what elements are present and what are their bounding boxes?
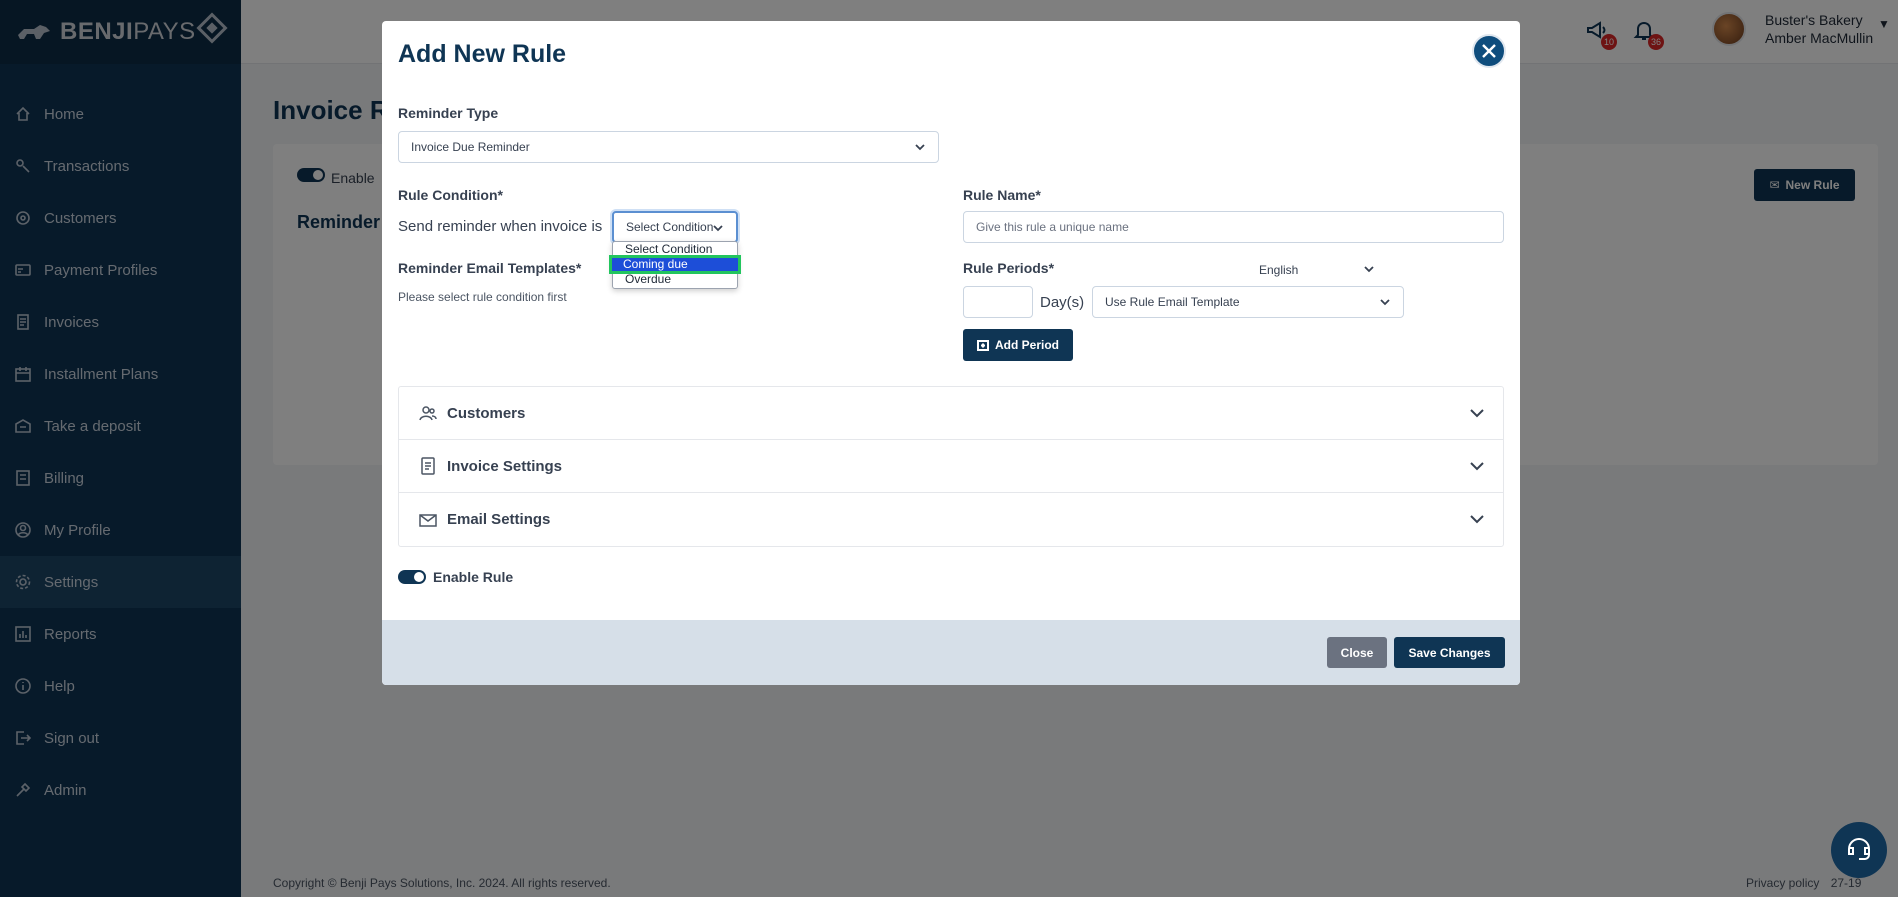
language-value: English <box>1259 263 1299 277</box>
modal-footer: Close Save Changes <box>382 620 1520 685</box>
accordion-email-settings[interactable]: Email Settings <box>399 493 1503 546</box>
rule-periods-label: Rule Periods* <box>963 260 1055 276</box>
chat-support-button[interactable] <box>1831 822 1887 878</box>
email-templates-hint: Please select rule condition first <box>398 290 567 304</box>
calendar-plus-icon <box>976 340 989 351</box>
chevron-down-icon <box>1469 405 1485 421</box>
period-template-select[interactable]: Use Rule Email Template <box>1092 286 1404 318</box>
condition-dropdown-list: Select Condition Coming due Overdue <box>609 241 741 289</box>
add-period-button[interactable]: Add Period <box>963 329 1073 361</box>
email-templates-label: Reminder Email Templates* <box>398 260 582 276</box>
envelope-icon <box>419 511 437 529</box>
modal-title: Add New Rule <box>398 40 567 68</box>
period-template-value: Use Rule Email Template <box>1105 295 1240 309</box>
chevron-down-icon <box>1379 296 1391 308</box>
add-rule-modal: Add New Rule Reminder Type Invoice Due R… <box>382 21 1520 685</box>
condition-option-overdue[interactable]: Overdue <box>613 272 737 287</box>
accordion-customers[interactable]: Customers <box>399 387 1503 440</box>
settings-accordion: Customers Invoice Settings Email Setting… <box>398 386 1504 547</box>
chevron-down-icon <box>1469 511 1485 527</box>
chevron-down-icon <box>712 222 724 234</box>
condition-option-select[interactable]: Select Condition <box>613 242 737 257</box>
chat-icon <box>1848 837 1870 860</box>
rule-name-label: Rule Name* <box>963 187 1041 203</box>
condition-select[interactable]: Select Condition <box>612 211 738 243</box>
accordion-label: Email Settings <box>447 511 551 528</box>
rule-condition-text: Send reminder when invoice is <box>398 218 603 235</box>
customers-group-icon <box>419 404 437 422</box>
rule-name-placeholder: Give this rule a unique name <box>976 220 1129 234</box>
condition-select-value: Select Condition <box>626 220 714 234</box>
modal-close-button[interactable] <box>1472 34 1506 68</box>
close-icon <box>1482 44 1496 58</box>
enable-rule-label: Enable Rule <box>433 569 514 585</box>
accordion-invoice-settings[interactable]: Invoice Settings <box>399 440 1503 493</box>
days-input[interactable] <box>963 286 1033 318</box>
reminder-type-value: Invoice Due Reminder <box>411 140 530 154</box>
reminder-type-label: Reminder Type <box>398 105 499 121</box>
rule-name-input[interactable]: Give this rule a unique name <box>963 211 1504 243</box>
accordion-label: Invoice Settings <box>447 457 563 475</box>
save-changes-button[interactable]: Save Changes <box>1394 637 1505 668</box>
accordion-label: Customers <box>447 404 526 422</box>
days-label: Day(s) <box>1040 294 1085 311</box>
reminder-type-select[interactable]: Invoice Due Reminder <box>398 131 939 163</box>
enable-rule-toggle[interactable] <box>398 570 426 584</box>
chevron-down-icon <box>914 141 926 153</box>
chevron-down-icon <box>1363 263 1375 275</box>
chevron-down-icon <box>1469 458 1485 474</box>
document-icon <box>419 457 437 475</box>
rule-condition-label: Rule Condition* <box>398 187 503 203</box>
close-button[interactable]: Close <box>1327 637 1387 668</box>
add-period-label: Add Period <box>994 338 1059 352</box>
language-select[interactable]: English <box>1247 254 1387 286</box>
condition-option-coming-due[interactable]: Coming due <box>609 255 741 274</box>
